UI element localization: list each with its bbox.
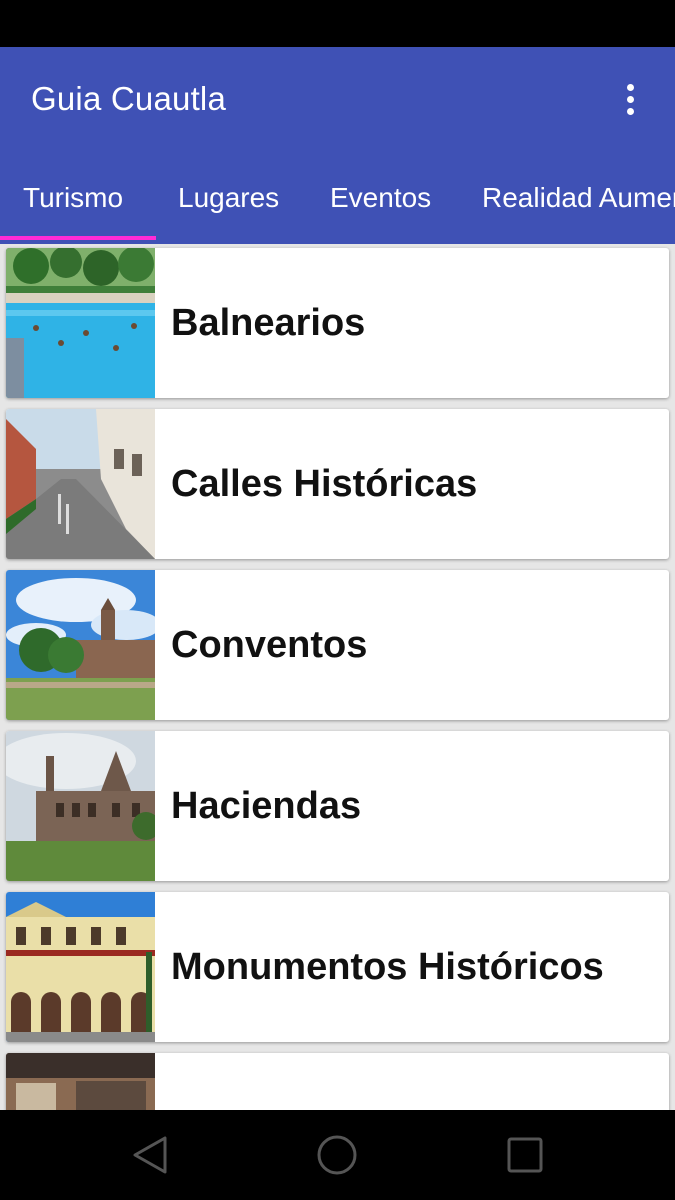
more-vert-icon[interactable] xyxy=(610,79,650,119)
list-item-label: Balnearios xyxy=(171,301,366,344)
home-circle-icon[interactable] xyxy=(312,1130,362,1180)
list-item-haciendas[interactable]: Haciendas xyxy=(6,731,669,881)
museum-interior-photo xyxy=(6,1053,155,1110)
list-item-label: Haciendas xyxy=(171,784,362,827)
list-item-label: Monumentos Históricos xyxy=(171,945,604,988)
street-photo xyxy=(6,409,155,559)
swimming-pool-photo xyxy=(6,248,155,398)
tab-eventos[interactable]: Eventos xyxy=(330,167,431,244)
app-bar: Guia Cuautla Turismo Lugares Eventos Rea… xyxy=(0,47,675,244)
colonial-building-photo xyxy=(6,892,155,1042)
list-item-calles-historicas[interactable]: Calles Históricas xyxy=(6,409,669,559)
status-bar xyxy=(0,0,675,47)
tab-indicator xyxy=(0,236,156,240)
convent-photo xyxy=(6,570,155,720)
list-item-balnearios[interactable]: Balnearios xyxy=(6,248,669,398)
list-item-label: Conventos xyxy=(171,623,368,666)
tab-lugares[interactable]: Lugares xyxy=(178,167,279,244)
list-item-conventos[interactable]: Conventos xyxy=(6,570,669,720)
tab-turismo[interactable]: Turismo xyxy=(23,167,123,244)
hacienda-ruins-photo xyxy=(6,731,155,881)
tab-realidad-aumentada[interactable]: Realidad Aumentada xyxy=(482,167,675,244)
tab-bar: Turismo Lugares Eventos Realidad Aumenta… xyxy=(0,167,675,244)
back-triangle-icon[interactable] xyxy=(125,1130,175,1180)
category-list: Balnearios Calles Históricas Conventos H… xyxy=(0,244,675,1110)
navigation-bar xyxy=(0,1110,675,1200)
list-item-label: Calles Históricas xyxy=(171,462,478,505)
list-item-partial[interactable] xyxy=(6,1053,669,1110)
app-title: Guia Cuautla xyxy=(31,80,227,117)
list-item-monumentos-historicos[interactable]: Monumentos Históricos xyxy=(6,892,669,1042)
recents-square-icon[interactable] xyxy=(500,1130,550,1180)
